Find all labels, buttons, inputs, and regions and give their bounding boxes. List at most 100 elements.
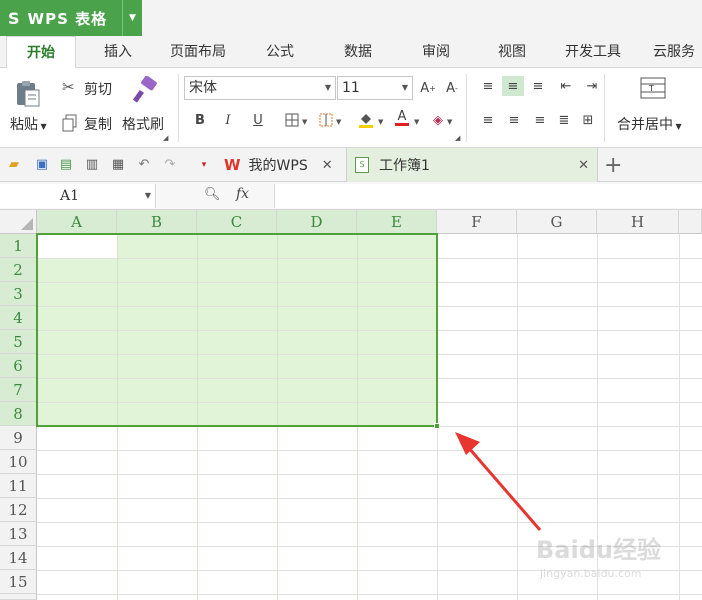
row-header-16[interactable]: [0, 594, 37, 600]
open-folder-icon[interactable]: ▰: [6, 157, 22, 173]
redo-icon[interactable]: ↷: [162, 157, 178, 173]
title-bar: S WPS 表格 ▼: [0, 0, 702, 36]
tab-my-wps[interactable]: W 我的WPS ✕: [220, 148, 346, 182]
font-name-select[interactable]: 宋体 ▼: [184, 76, 336, 100]
increase-font-icon[interactable]: A +: [418, 78, 438, 98]
paste-icon[interactable]: [12, 78, 42, 108]
column-header-d[interactable]: D: [277, 210, 357, 234]
zoom-search-icon[interactable]: 🔍︎: [204, 187, 221, 202]
app-menu-button[interactable]: S WPS 表格 ▼: [0, 0, 142, 36]
font-size-select[interactable]: 11 ▼: [337, 76, 413, 100]
row-header-11[interactable]: 11: [0, 474, 37, 498]
column-header-a[interactable]: A: [37, 210, 117, 234]
align-left-icon[interactable]: ≡: [478, 110, 498, 130]
column-header-h[interactable]: H: [597, 210, 679, 234]
chevron-down-icon[interactable]: ▼: [336, 118, 341, 126]
align-right-icon[interactable]: ≡: [530, 110, 550, 130]
column-header-e[interactable]: E: [357, 210, 437, 234]
clipboard-launcher-icon[interactable]: ◢: [163, 134, 168, 142]
row-header-1[interactable]: 1: [0, 234, 37, 258]
row-header-10[interactable]: 10: [0, 450, 37, 474]
print-preview-icon[interactable]: ▦: [110, 157, 126, 173]
copy-button[interactable]: 复制: [84, 114, 112, 134]
row-header-2[interactable]: 2: [0, 258, 37, 282]
tab-data[interactable]: 数据: [330, 36, 386, 68]
fill-pattern-icon[interactable]: [316, 110, 336, 130]
tab-formulas[interactable]: 公式: [252, 36, 308, 68]
row-header-15[interactable]: 15: [0, 570, 37, 594]
border-icon[interactable]: [282, 110, 302, 130]
tab-review[interactable]: 审阅: [408, 36, 464, 68]
chevron-down-icon[interactable]: ▼: [122, 0, 142, 36]
format-painter-icon[interactable]: [132, 75, 158, 104]
tab-insert[interactable]: 插入: [88, 36, 148, 68]
format-painter-button[interactable]: 格式刷: [122, 114, 164, 134]
tab-page-layout[interactable]: 页面布局: [160, 36, 236, 68]
chevron-down-icon[interactable]: ▼: [447, 118, 452, 126]
formula-input[interactable]: [274, 184, 702, 208]
close-icon[interactable]: ✕: [322, 158, 333, 173]
name-box[interactable]: A1 ▼: [0, 184, 156, 208]
row-header-8[interactable]: 8: [0, 402, 37, 426]
row-header-4[interactable]: 4: [0, 306, 37, 330]
function-icon[interactable]: fx: [236, 186, 249, 202]
row-header-9[interactable]: 9: [0, 426, 37, 450]
divider: [604, 74, 605, 142]
decrease-font-icon[interactable]: A-: [442, 78, 462, 98]
merge-center-icon[interactable]: T: [640, 76, 666, 100]
row-header-14[interactable]: 14: [0, 546, 37, 570]
align-top-icon[interactable]: ≡: [478, 76, 498, 96]
watermark: Baidu经验 jingyan.baidu.com: [536, 530, 661, 580]
print-icon[interactable]: ▥: [84, 157, 100, 173]
tab-workbook[interactable]: S 工作簿1 ✕: [346, 148, 598, 182]
row-header-7[interactable]: 7: [0, 378, 37, 402]
italic-icon[interactable]: I: [218, 110, 238, 130]
font-launcher-icon[interactable]: ◢: [455, 134, 460, 142]
font-color-icon[interactable]: A: [392, 108, 412, 128]
undo-icon[interactable]: ↶: [136, 157, 152, 173]
column-header-b[interactable]: B: [117, 210, 197, 234]
fill-color-icon[interactable]: [356, 110, 376, 130]
copy-icon[interactable]: [62, 114, 78, 132]
tab-developer[interactable]: 开发工具: [556, 36, 630, 68]
scissors-icon[interactable]: ✂: [62, 78, 78, 96]
chevron-down-icon[interactable]: ▼: [378, 118, 383, 126]
align-middle-icon[interactable]: ≡: [502, 76, 524, 96]
row-header-6[interactable]: 6: [0, 354, 37, 378]
watermark-url: jingyan.baidu.com: [540, 567, 642, 580]
indent-icon[interactable]: ⇥: [582, 76, 602, 96]
new-tab-icon[interactable]: +: [604, 148, 624, 182]
underline-icon[interactable]: U: [248, 110, 268, 130]
paste-button[interactable]: 粘贴 ▼: [10, 114, 47, 134]
outdent-icon[interactable]: ⇤: [556, 76, 576, 96]
column-header-i[interactable]: [679, 210, 702, 234]
chevron-down-icon[interactable]: ▼: [414, 118, 419, 126]
row-header-3[interactable]: 3: [0, 282, 37, 306]
select-all-corner[interactable]: [0, 210, 37, 234]
justify-icon[interactable]: ≣: [554, 110, 574, 130]
row-header-13[interactable]: 13: [0, 522, 37, 546]
tab-view[interactable]: 视图: [484, 36, 540, 68]
clear-format-icon[interactable]: ◈: [428, 110, 448, 130]
export-pdf-icon[interactable]: ▤: [58, 157, 74, 173]
customize-icon[interactable]: ▾: [196, 157, 212, 173]
tab-cloud[interactable]: 云服务: [644, 36, 702, 68]
column-header-g[interactable]: G: [517, 210, 597, 234]
chevron-down-icon[interactable]: ▼: [302, 118, 307, 126]
align-center-icon[interactable]: ≡: [504, 110, 524, 130]
distribute-icon[interactable]: ⊞: [578, 110, 598, 130]
gridline: [37, 474, 702, 475]
ribbon: 粘贴 ▼ ✂ 剪切 复制 格式刷 ◢ 宋体 ▼ 11 ▼ A + A- B I U ▼…: [0, 68, 702, 148]
close-icon[interactable]: ✕: [578, 158, 589, 173]
save-icon[interactable]: ▣: [34, 157, 50, 173]
spreadsheet-grid[interactable]: A B C D E F G H 1 2 3 4 5 6 7 8 9 10 11 …: [0, 210, 702, 600]
tab-home[interactable]: 开始: [6, 36, 76, 69]
align-bottom-icon[interactable]: ≡: [528, 76, 548, 96]
row-header-5[interactable]: 5: [0, 330, 37, 354]
merge-center-button[interactable]: 合并居中 ▼: [617, 114, 682, 134]
row-header-12[interactable]: 12: [0, 498, 37, 522]
cut-button[interactable]: 剪切: [84, 79, 112, 99]
bold-icon[interactable]: B: [190, 110, 210, 130]
column-header-c[interactable]: C: [197, 210, 277, 234]
column-header-f[interactable]: F: [437, 210, 517, 234]
